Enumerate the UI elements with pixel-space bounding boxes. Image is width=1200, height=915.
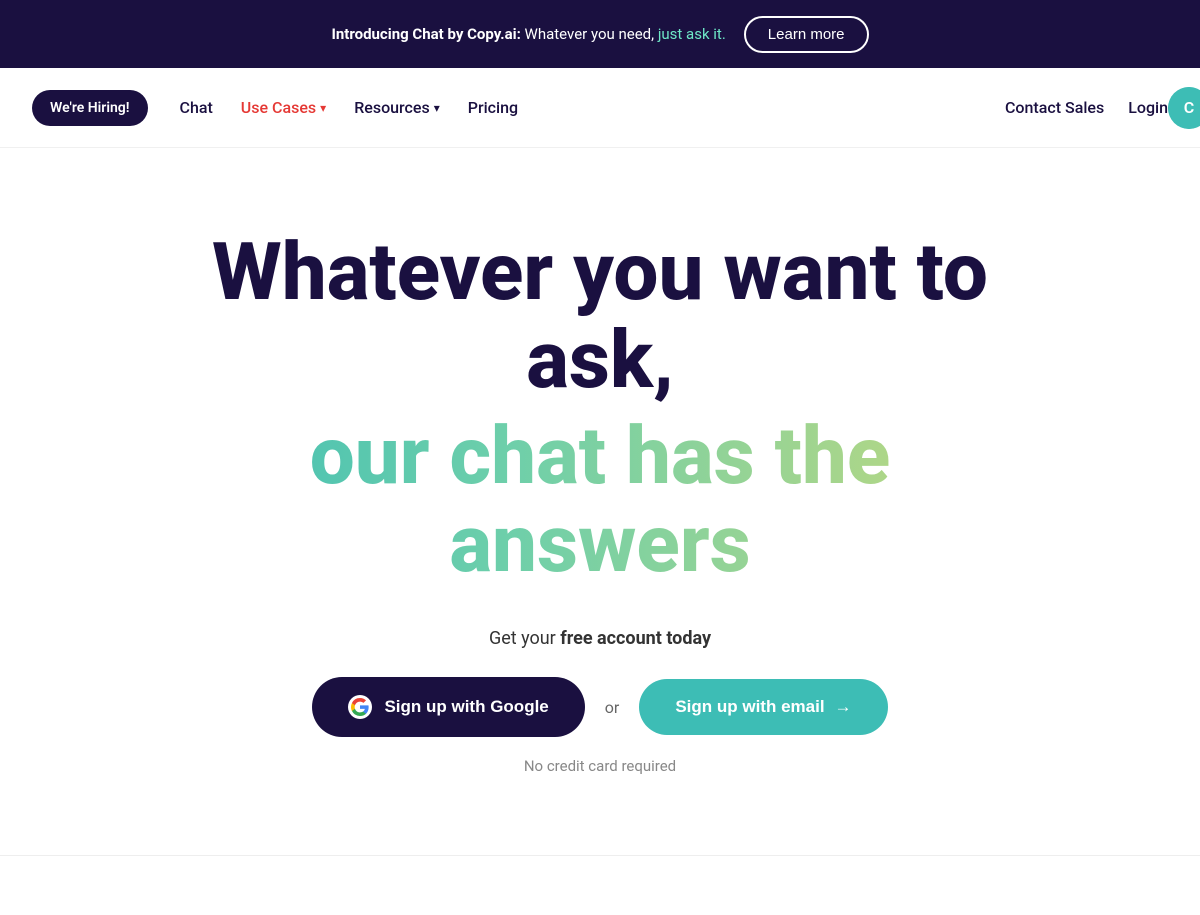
nav-resources[interactable]: Resources ▾: [354, 98, 440, 117]
google-icon: [348, 695, 372, 719]
nav-pricing[interactable]: Pricing: [468, 98, 518, 117]
nav-links: Chat Use Cases ▾ Resources ▾ Pricing: [180, 98, 519, 117]
avatar-icon: C: [1168, 87, 1200, 129]
hero-cta-text: Get your free account today: [489, 628, 711, 649]
section-divider: [0, 855, 1200, 856]
top-banner: Introducing Chat by Copy.ai: Whatever yo…: [0, 0, 1200, 68]
signup-google-button[interactable]: Sign up with Google: [312, 677, 584, 737]
nav-chat[interactable]: Chat: [180, 98, 213, 117]
nav-use-cases[interactable]: Use Cases ▾: [241, 98, 326, 117]
hero-title-line2: our chat has the answers: [150, 412, 1050, 588]
svg-text:C: C: [1184, 98, 1194, 117]
or-separator: or: [605, 698, 620, 717]
contact-sales-link[interactable]: Contact Sales: [1005, 98, 1104, 117]
banner-text: Introducing Chat by Copy.ai: Whatever yo…: [331, 25, 725, 43]
chevron-down-icon: ▾: [434, 101, 440, 115]
chevron-down-icon: ▾: [320, 101, 326, 115]
nav-left: We're Hiring! Chat Use Cases ▾ Resources…: [32, 90, 518, 126]
no-credit-text: No credit card required: [524, 757, 676, 775]
login-link[interactable]: Login: [1128, 98, 1168, 117]
navbar: We're Hiring! Chat Use Cases ▾ Resources…: [0, 68, 1200, 148]
hero-title-line1: Whatever you want to ask,: [150, 228, 1050, 404]
avatar[interactable]: C: [1168, 87, 1200, 129]
banner-highlight: just ask it.: [658, 25, 726, 43]
hiring-badge[interactable]: We're Hiring!: [32, 90, 148, 126]
arrow-right-icon: →: [835, 697, 852, 717]
hero-section: Whatever you want to ask, our chat has t…: [0, 148, 1200, 835]
signup-email-button[interactable]: Sign up with email →: [639, 679, 887, 735]
banner-normal: Whatever you need,: [525, 25, 655, 43]
nav-right: Contact Sales Login C: [1005, 98, 1168, 117]
learn-more-button[interactable]: Learn more: [744, 16, 869, 53]
banner-bold: Introducing Chat by Copy.ai:: [331, 25, 520, 43]
cta-buttons: Sign up with Google or Sign up with emai…: [312, 677, 887, 737]
